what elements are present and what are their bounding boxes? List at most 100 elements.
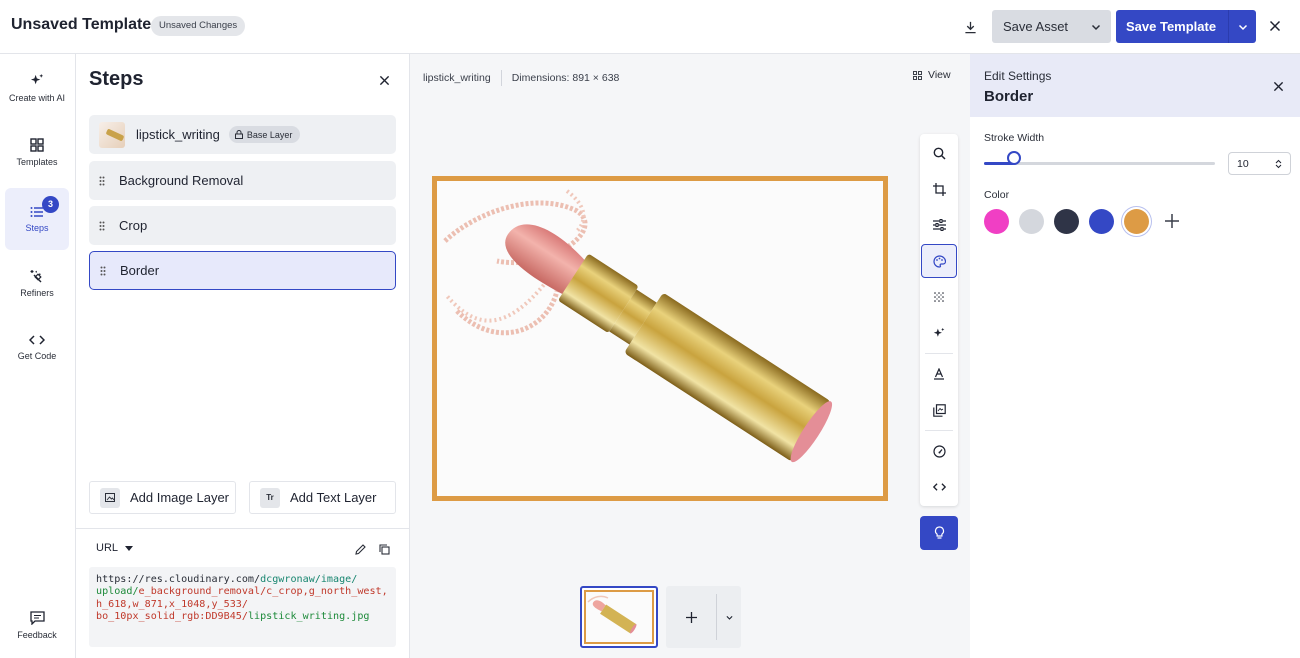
close-steps-button[interactable]: [374, 70, 394, 90]
nav-label: Steps: [25, 222, 49, 233]
edit-settings-panel: Edit Settings Border Stroke Width 10 Col…: [970, 54, 1300, 658]
grid-icon: [913, 70, 922, 80]
url-transform-3: bo_10px_solid_rgb:DD9B45/: [96, 610, 248, 622]
nav-label: Refiners: [20, 287, 54, 298]
chat-icon: [29, 610, 45, 625]
toolbar-divider: [925, 353, 953, 354]
drag-handle-icon[interactable]: [99, 221, 107, 231]
nav-feedback[interactable]: Feedback: [5, 594, 69, 656]
add-variant-button[interactable]: [666, 586, 716, 648]
close-icon: [379, 75, 389, 85]
step-border[interactable]: Border: [89, 251, 396, 290]
url-text[interactable]: https://res.cloudinary.com/dcgwronaw/ima…: [89, 567, 396, 647]
layers-tool-button[interactable]: [921, 393, 957, 427]
adjust-tool-button[interactable]: [921, 208, 957, 242]
top-header: Unsaved Template Unsaved Changes Save As…: [0, 0, 1300, 54]
steps-count-badge: 3: [42, 196, 59, 213]
url-cloud: dcgwronaw/image/: [260, 574, 358, 585]
close-icon: [1269, 20, 1281, 32]
step-crop[interactable]: Crop: [89, 206, 396, 245]
save-template-button[interactable]: Save Template: [1116, 10, 1256, 43]
add-color-button[interactable]: [1161, 210, 1183, 232]
step-label: Crop: [119, 218, 148, 233]
text-tool-button[interactable]: [921, 357, 957, 391]
zoom-tool-button[interactable]: [921, 136, 957, 170]
close-settings-button[interactable]: [1268, 76, 1288, 96]
color-swatch[interactable]: [1089, 209, 1114, 234]
color-swatch[interactable]: [1019, 209, 1044, 234]
chevron-down-icon[interactable]: [1090, 21, 1102, 33]
url-mode-select[interactable]: URL: [96, 542, 134, 554]
settings-header: Edit Settings Border: [970, 54, 1300, 117]
step-label: Background Removal: [119, 173, 244, 188]
tips-button[interactable]: [920, 516, 958, 550]
drag-handle-icon[interactable]: [100, 266, 108, 276]
nav-label: Get Code: [17, 350, 57, 361]
canvas-info: lipstick_writing Dimensions: 891 × 638: [423, 70, 619, 86]
nav-steps[interactable]: 3 Steps: [5, 188, 69, 250]
layers-icon: [932, 403, 946, 417]
step-background-removal[interactable]: Background Removal: [89, 161, 396, 200]
url-transform-1: e_background_removal/c_crop,g_north_west…: [138, 586, 388, 598]
pattern-tool-button[interactable]: [921, 280, 957, 314]
chevron-down-icon[interactable]: [1237, 21, 1249, 33]
drag-handle-icon[interactable]: [99, 176, 107, 186]
text-type-icon: Tr: [260, 487, 280, 508]
nav-create-with-ai[interactable]: Create with AI: [5, 57, 69, 119]
magic-wand-icon: [30, 269, 42, 282]
stroke-width-input[interactable]: 10: [1228, 152, 1291, 175]
sparkles-icon: [30, 73, 43, 85]
crop-icon: [932, 182, 946, 196]
pencil-icon: [354, 543, 366, 555]
lipstick-image: [437, 181, 883, 496]
download-icon: [964, 21, 976, 33]
text-icon: [934, 368, 944, 380]
canvas-dimensions: Dimensions: 891 × 638: [511, 72, 620, 84]
crop-tool-button[interactable]: [921, 172, 957, 206]
color-swatch[interactable]: [984, 209, 1009, 234]
copy-url-button[interactable]: [376, 541, 392, 557]
edit-url-button[interactable]: [352, 541, 368, 557]
close-icon: [1273, 81, 1283, 91]
color-swatch[interactable]: [1054, 209, 1079, 234]
view-button[interactable]: View: [913, 69, 951, 81]
caret-down-icon: [125, 545, 134, 551]
url-host: https://res.cloudinary.com/: [96, 574, 261, 585]
url-delivery: upload/: [96, 586, 139, 598]
performance-tool-button[interactable]: [921, 434, 957, 468]
divider: [500, 70, 502, 86]
code-tool-button[interactable]: [921, 470, 957, 504]
stepper-icon[interactable]: [1275, 159, 1282, 169]
border-tool-button[interactable]: [921, 244, 957, 278]
button-divider: [1228, 10, 1229, 43]
download-button[interactable]: [957, 14, 983, 40]
chevron-down-icon: [725, 615, 733, 620]
step-base-layer[interactable]: lipstick_writing Base Layer: [89, 115, 396, 154]
base-layer-badge-label: Base Layer: [246, 129, 293, 140]
lock-icon: [234, 130, 243, 139]
sliders-icon: [932, 219, 946, 231]
add-text-layer-button[interactable]: Tr Add Text Layer: [249, 481, 396, 514]
nav-get-code[interactable]: Get Code: [5, 316, 69, 378]
code-icon: [932, 483, 946, 491]
close-editor-button[interactable]: [1264, 15, 1286, 37]
stroke-width-label: Stroke Width: [984, 132, 1045, 144]
slider-handle[interactable]: [1007, 151, 1022, 165]
nav-label: Templates: [16, 156, 58, 167]
nav-refiners[interactable]: Refiners: [5, 252, 69, 314]
color-swatch[interactable]: [1124, 209, 1149, 234]
save-asset-button[interactable]: Save Asset: [992, 10, 1111, 43]
ai-tool-button[interactable]: [921, 316, 957, 350]
color-label: Color: [984, 189, 1010, 201]
step-label: Border: [120, 263, 160, 278]
lightbulb-icon: [934, 526, 944, 539]
filmstrip-thumbnail[interactable]: [580, 586, 658, 648]
unsaved-changes-badge: Unsaved Changes: [151, 16, 246, 36]
save-asset-label: Save Asset: [1003, 19, 1069, 34]
add-image-layer-button[interactable]: Add Image Layer: [89, 481, 236, 514]
canvas-area: lipstick_writing Dimensions: 891 × 638 V…: [410, 54, 970, 658]
variant-options-button[interactable]: [717, 613, 741, 622]
nav-templates[interactable]: Templates: [5, 121, 69, 183]
add-variant-group: [666, 586, 741, 648]
image-icon: [100, 487, 120, 508]
